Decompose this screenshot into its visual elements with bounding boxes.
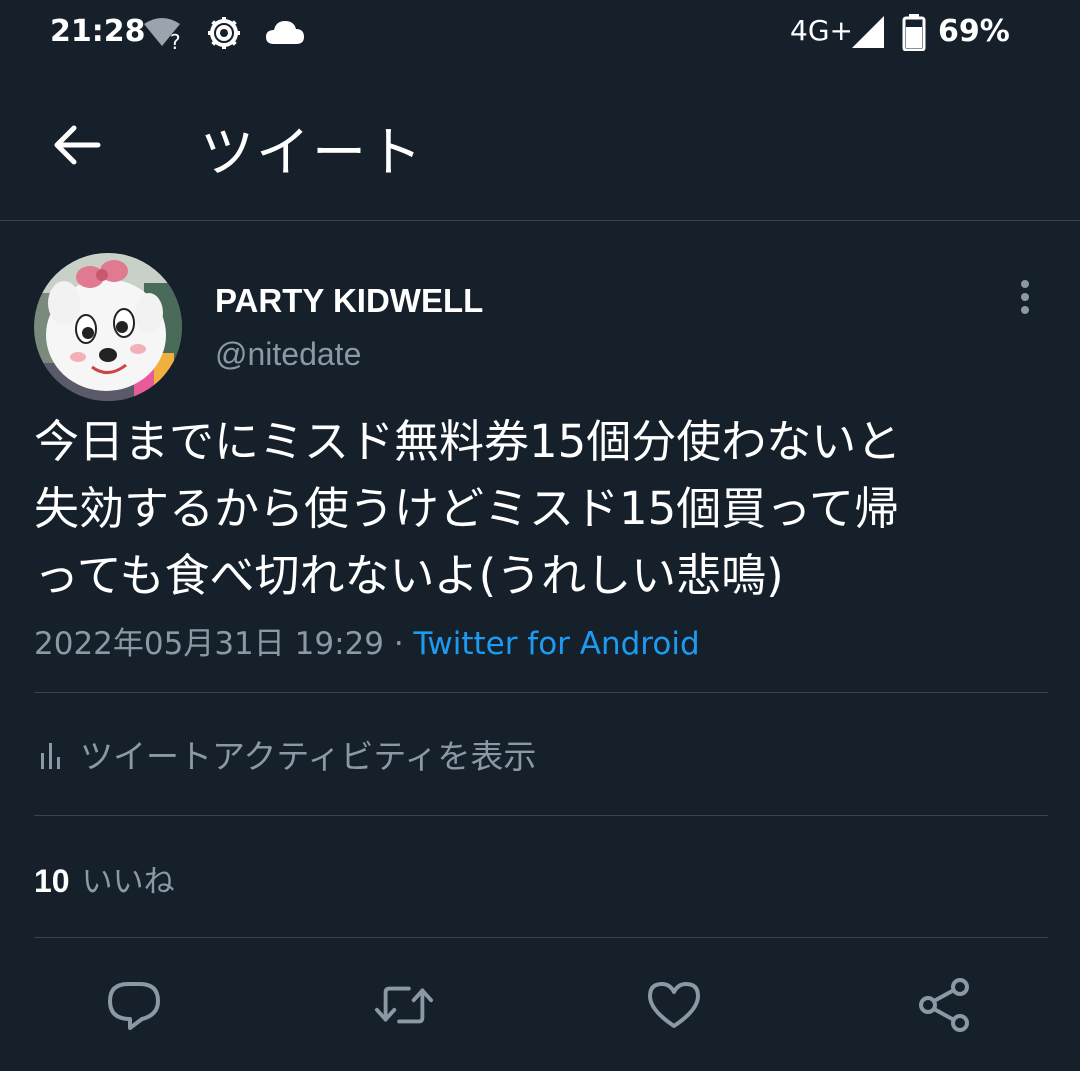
tweet-source-link[interactable]: Twitter for Android xyxy=(414,626,700,662)
signal-icon xyxy=(850,14,886,54)
wifi-unknown-icon: ? xyxy=(142,16,186,54)
like-button[interactable] xyxy=(644,975,704,1035)
status-time: 21:28 xyxy=(50,14,146,49)
reply-button[interactable] xyxy=(104,975,164,1035)
divider xyxy=(34,815,1048,816)
retweet-button[interactable] xyxy=(374,975,434,1035)
meta-separator: · xyxy=(383,626,414,662)
tweet-meta: 2022年05月31日 19:29 · Twitter for Android xyxy=(34,618,700,663)
share-button[interactable] xyxy=(914,975,974,1035)
divider xyxy=(34,692,1048,693)
app-header: ツイート xyxy=(0,70,1080,221)
reply-icon xyxy=(108,982,160,1030)
analytics-bars-icon xyxy=(41,743,60,769)
display-name[interactable]: PARTY KIDWELL xyxy=(215,282,483,320)
network-type: 4G+ xyxy=(790,14,853,47)
tweet-text: 今日までにミスド無料券15個分使わないと 失効するから使うけどミスド15個買って… xyxy=(34,415,902,602)
heart-icon xyxy=(648,982,700,1028)
arrow-left-icon xyxy=(54,125,101,165)
more-options-button[interactable] xyxy=(1005,278,1045,318)
tweet-detail-screen: 21:28 ? 4G+ 69% ツイート PARTY KIDWELL @nite… xyxy=(0,0,1080,1071)
likes-stat[interactable]: 10 いいね xyxy=(34,856,175,901)
svg-text:?: ? xyxy=(170,30,181,50)
back-button[interactable] xyxy=(44,112,110,178)
divider xyxy=(34,937,1048,938)
tweet-action-bar xyxy=(0,975,1080,1035)
settings-gear-icon xyxy=(205,14,243,56)
battery-icon xyxy=(902,13,926,55)
likes-count: 10 xyxy=(34,863,70,899)
battery-level: 69% xyxy=(938,14,1010,49)
likes-label: いいね xyxy=(81,864,175,900)
cloud-icon xyxy=(264,18,306,50)
tweet-activity-link[interactable]: ツイートアクティビティを表示 xyxy=(34,730,536,778)
retweet-icon xyxy=(374,986,434,1024)
status-bar: 21:28 ? 4G+ 69% xyxy=(0,0,1080,70)
user-handle[interactable]: @nitedate xyxy=(215,336,361,373)
share-icon xyxy=(919,978,969,1032)
page-title: ツイート xyxy=(200,121,424,184)
tweet-activity-label: ツイートアクティビティを表示 xyxy=(80,737,537,776)
avatar[interactable] xyxy=(34,253,182,401)
more-vertical-icon xyxy=(1021,280,1029,314)
tweet-timestamp: 2022年05月31日 19:29 xyxy=(34,626,384,662)
